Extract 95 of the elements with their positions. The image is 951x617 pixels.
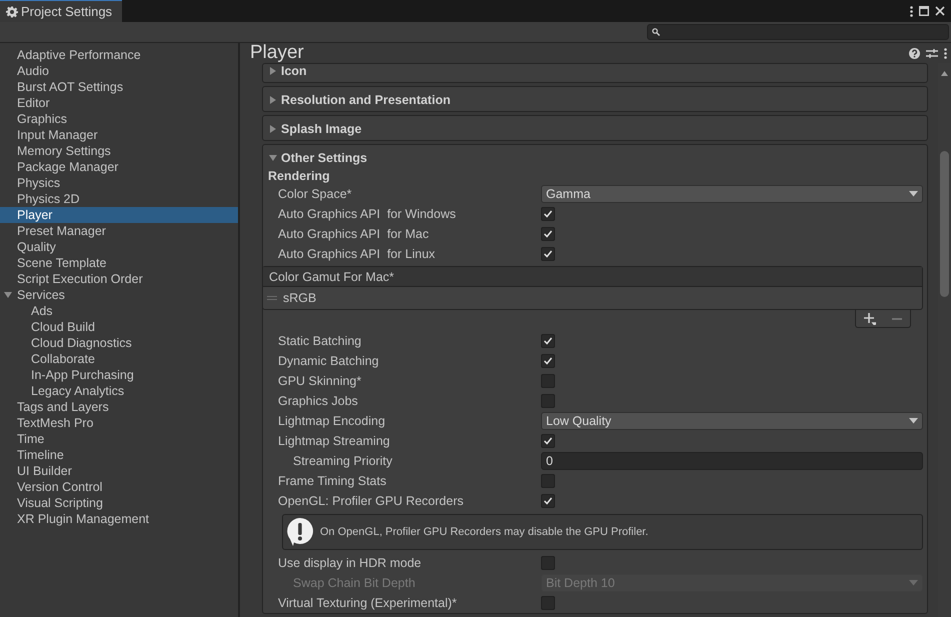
checkbox[interactable] [541,207,555,221]
drag-handle-icon[interactable] [267,296,277,300]
checkbox[interactable] [541,354,555,368]
foldout-triangle-icon [269,96,277,104]
setting-label: Dynamic Batching [278,354,380,368]
number-field[interactable]: 0 [541,452,923,470]
sidebar-item[interactable]: Package Manager [0,159,238,175]
checkbox[interactable] [541,596,555,610]
search-field[interactable] [647,24,949,40]
search-icon [652,28,660,36]
setting-label: Lightmap Encoding [278,414,386,428]
sidebar-item[interactable]: Cloud Build [0,319,238,335]
sidebar-item[interactable]: Editor [0,95,238,111]
setting-label: Lightmap Streaming [278,434,391,448]
scrollbar-thumb[interactable] [940,151,949,297]
sidebar-item[interactable]: Scene Template [0,255,238,271]
close-icon[interactable] [935,6,945,16]
sidebar-item[interactable]: Burst AOT Settings [0,79,238,95]
section-header[interactable]: Other Settings [263,145,927,169]
list-item[interactable]: sRGB [283,291,316,305]
scroll-up-icon[interactable] [941,71,948,76]
maximize-icon[interactable] [919,6,929,16]
setting-label: Use display in HDR mode [278,556,422,570]
sidebar-item[interactable]: Physics 2D [0,191,238,207]
window-tab[interactable]: Project Settings [0,0,122,22]
sidebar-item[interactable]: Tags and Layers [0,399,238,415]
setting-label: Streaming Priority [293,454,394,468]
setting-label: Swap Chain Bit Depth [293,576,416,590]
setting-label: Auto Graphics API for Mac [278,227,430,241]
checkmark-icon [543,496,553,506]
more-icon[interactable] [910,6,913,16]
add-icon[interactable] [864,312,876,324]
expand-triangle-icon [4,291,12,299]
list-header: Color Gamut For Mac* [263,267,922,287]
setting-label: Auto Graphics API for Linux [278,247,436,261]
sidebar-item[interactable]: Input Manager [0,127,238,143]
section-header[interactable]: Icon [263,64,927,82]
checkbox[interactable] [541,247,555,261]
section-header[interactable]: Resolution and Presentation [263,87,927,111]
sidebar-item[interactable]: Ads [0,303,238,319]
setting-label: Frame Timing Stats [278,474,388,488]
sidebar-item[interactable]: Preset Manager [0,223,238,239]
setting-label: Auto Graphics API for Windows [278,207,457,221]
checkbox[interactable] [541,394,555,408]
group-heading: Rendering [267,169,331,184]
setting-label: GPU Skinning* [278,374,362,388]
caret-icon [909,191,918,197]
checkmark-icon [543,436,553,446]
sidebar-item[interactable]: Timeline [0,447,238,463]
more-icon[interactable] [944,48,947,58]
sidebar-item[interactable]: Script Execution Order [0,271,238,287]
checkbox[interactable] [541,434,555,448]
checkbox[interactable] [541,556,555,570]
section-header[interactable]: Splash Image [263,116,927,140]
checkbox[interactable] [541,474,555,488]
sidebar-item[interactable]: Visual Scripting [0,495,238,511]
sidebar-item[interactable]: In-App Purchasing [0,367,238,383]
sidebar-item[interactable]: Memory Settings [0,143,238,159]
sidebar-item[interactable]: Player [0,207,238,223]
setting-label: Static Batching [278,334,362,348]
foldout-triangle-icon [269,67,277,75]
checkbox[interactable] [541,227,555,241]
sidebar-item[interactable]: Graphics [0,111,238,127]
sidebar-item[interactable]: Collaborate [0,351,238,367]
dropdown[interactable]: Gamma [541,185,923,203]
sidebar-item[interactable]: Services [0,287,238,303]
dropdown[interactable]: Low Quality [541,412,923,430]
checkbox[interactable] [541,374,555,388]
caret-icon [909,580,918,586]
page-title: Player [250,43,304,63]
sidebar-item[interactable]: Version Control [0,479,238,495]
sidebar-item[interactable]: Audio [0,63,238,79]
sidebar-item[interactable]: UI Builder [0,463,238,479]
setting-label: Graphics Jobs [278,394,359,408]
sidebar-item[interactable]: Physics [0,175,238,191]
caret-icon [909,418,918,424]
sidebar-item[interactable]: XR Plugin Management [0,511,238,527]
help-icon[interactable] [909,48,920,58]
foldout-triangle-icon [269,154,277,162]
foldout-triangle-icon [269,125,277,133]
checkbox[interactable] [541,494,555,508]
help-text: On OpenGL, Profiler GPU Recorders may disable the GPU Profiler. [320,526,648,538]
setting-label: OpenGL: Profiler GPU Recorders [278,494,464,508]
gear-icon [6,6,18,18]
sliders-icon[interactable] [926,48,938,58]
sidebar-item[interactable]: Adaptive Performance [0,47,238,63]
setting-label: Color Space* [278,187,353,201]
setting-label: Virtual Texturing (Experimental)* [278,596,458,610]
checkbox[interactable] [541,334,555,348]
warning-icon [286,517,314,547]
sidebar-item[interactable]: Time [0,431,238,447]
sidebar-item[interactable]: Cloud Diagnostics [0,335,238,351]
sidebar-item[interactable]: TextMesh Pro [0,415,238,431]
sidebar-item[interactable]: Legacy Analytics [0,383,238,399]
sidebar-item[interactable]: Quality [0,239,238,255]
